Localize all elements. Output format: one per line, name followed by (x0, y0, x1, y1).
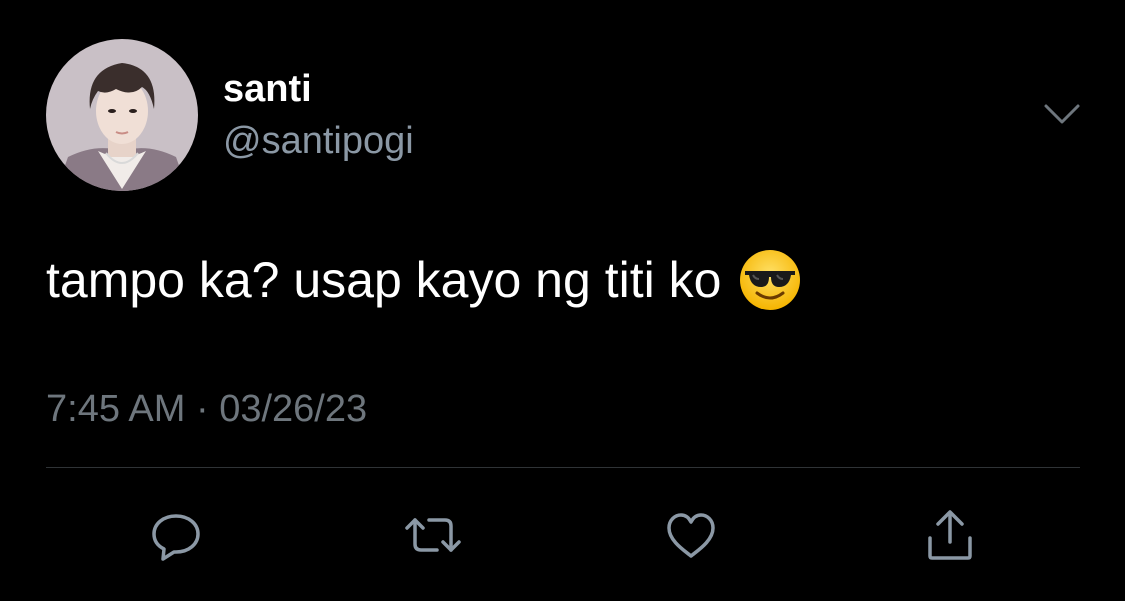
display-name[interactable]: santi (223, 66, 312, 112)
tweet-text: tampo ka? usap kayo ng titi ko (46, 252, 722, 308)
tweet-body: tampo ka? usap kayo ng titi ko (46, 247, 801, 313)
user-handle[interactable]: @santipogi (223, 118, 414, 164)
reply-icon (152, 514, 200, 561)
divider (46, 467, 1080, 468)
retweet-button[interactable] (405, 508, 461, 564)
share-icon (928, 510, 972, 560)
avatar-image (46, 39, 198, 191)
like-button[interactable] (663, 508, 719, 564)
tweet-timestamp[interactable]: 7:45 AM · 03/26/23 (46, 385, 367, 433)
smiling-face-with-sunglasses-icon (739, 249, 801, 311)
more-options-button[interactable] (1040, 96, 1084, 136)
share-button[interactable] (922, 508, 978, 564)
chevron-down-icon (1044, 104, 1080, 124)
reply-button[interactable] (148, 508, 204, 564)
retweet-icon (405, 518, 461, 552)
tweet-date: 03/26/23 (219, 388, 368, 430)
avatar[interactable] (46, 39, 198, 191)
tweet-time: 7:45 AM (46, 388, 186, 430)
heart-icon (667, 513, 715, 558)
timestamp-separator: · (185, 388, 220, 430)
